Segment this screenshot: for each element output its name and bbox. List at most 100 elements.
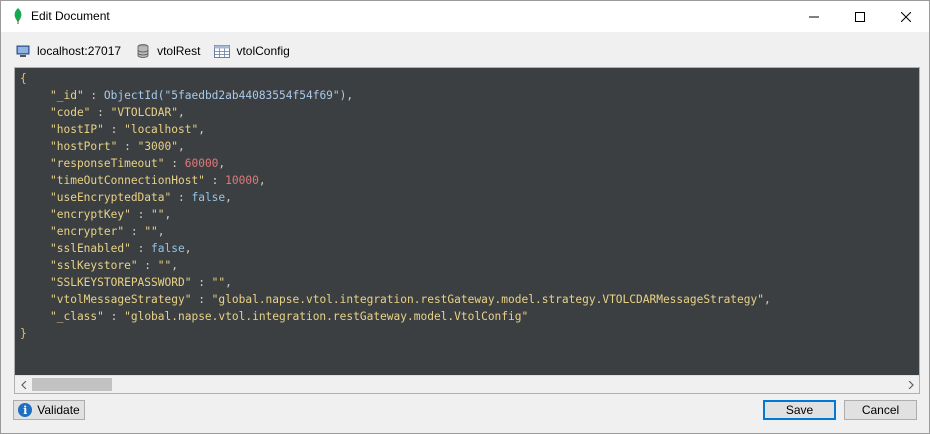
field-separator: : [164, 157, 185, 170]
field-key: "responseTimeout" [50, 157, 165, 170]
document-editor[interactable]: { "_id" : ObjectId("5faedbd2ab44083554f5… [14, 67, 920, 394]
field-value: "" [151, 208, 165, 221]
field-separator: : [191, 293, 212, 306]
horizontal-scrollbar[interactable] [15, 375, 919, 393]
field-separator: : [171, 191, 192, 204]
field-line: "_id" : ObjectId("5faedbd2ab44083554f54f… [15, 87, 919, 104]
field-value: "VTOLCDAR" [110, 106, 178, 119]
field-trailing-comma: , [157, 225, 165, 238]
maximize-button[interactable] [837, 1, 883, 32]
field-trailing-comma: , [346, 89, 354, 102]
field-separator: : [83, 89, 104, 102]
field-trailing-comma: , [171, 259, 179, 272]
maximize-icon [855, 11, 865, 22]
field-separator: : [204, 174, 226, 187]
field-key: "timeOutConnectionHost" [50, 174, 205, 187]
field-separator: : [137, 259, 158, 272]
field-key: "SSLKEYSTOREPASSWORD" [50, 276, 192, 289]
field-line: "responseTimeout" : 60000, [15, 155, 919, 172]
field-key: "useEncryptedData" [50, 191, 172, 204]
field-separator: : [124, 225, 145, 238]
field-trailing-comma: , [218, 157, 226, 170]
chevron-right-icon [908, 380, 914, 389]
field-separator: : [90, 106, 111, 119]
close-brace-line: } [15, 325, 919, 342]
field-value: "global.napse.vtol.integration.restGatew… [124, 310, 529, 323]
field-trailing-comma: , [225, 191, 232, 204]
open-brace-line: { [15, 70, 919, 87]
field-key: "hostPort" [50, 140, 118, 153]
field-trailing-comma: , [225, 276, 232, 289]
field-key: "encrypter" [50, 225, 125, 238]
field-separator: : [130, 208, 152, 221]
field-separator: : [191, 276, 212, 289]
table-icon [214, 43, 231, 59]
field-value: 10000 [225, 174, 259, 187]
field-trailing-comma: , [178, 106, 185, 119]
database-icon [135, 43, 151, 59]
field-line: "useEncryptedData" : false, [15, 189, 919, 206]
close-icon [901, 11, 911, 22]
monitor-icon [15, 43, 31, 59]
breadcrumb-server: localhost:27017 [15, 43, 121, 59]
field-key: "hostIP" [50, 123, 104, 136]
field-value: false [191, 191, 226, 204]
scroll-left-button[interactable] [15, 376, 32, 393]
minimize-icon [809, 16, 819, 17]
field-trailing-comma: , [184, 242, 192, 255]
json-code[interactable]: { "_id" : ObjectId("5faedbd2ab44083554f5… [15, 68, 919, 376]
field-line: "sslEnabled" : false, [15, 240, 919, 257]
open-brace: { [20, 72, 27, 85]
field-separator: : [103, 310, 125, 323]
field-value: "" [144, 225, 158, 238]
field-trailing-comma: , [178, 140, 185, 153]
field-value: "" [157, 259, 172, 272]
server-label: localhost:27017 [37, 44, 122, 58]
scrollbar-thumb[interactable] [32, 378, 112, 391]
field-value: false [151, 242, 185, 255]
scroll-right-button[interactable] [902, 376, 919, 393]
info-icon: i [18, 403, 33, 417]
field-line: "SSLKEYSTOREPASSWORD" : "", [15, 274, 919, 291]
field-value: "" [211, 276, 226, 289]
database-label: vtolRest [157, 44, 201, 58]
title-bar[interactable]: Edit Document [1, 1, 929, 32]
collection-label: vtolConfig [236, 44, 290, 58]
validate-button[interactable]: i Validate [13, 400, 85, 420]
cancel-button[interactable]: Cancel [844, 400, 917, 420]
field-key: "_id" [50, 89, 84, 102]
field-line: "_class" : "global.napse.vtol.integratio… [15, 308, 919, 325]
field-separator: : [103, 123, 125, 136]
field-value: "3000" [137, 140, 178, 153]
chevron-left-icon [20, 380, 26, 389]
close-button[interactable] [883, 1, 929, 32]
cancel-label: Cancel [861, 403, 900, 417]
field-line: "code" : "VTOLCDAR", [15, 104, 919, 121]
field-value: ObjectId("5faedbd2ab44083554f54f69") [103, 89, 347, 102]
minimize-button[interactable] [791, 1, 837, 32]
breadcrumb-database: vtolRest [135, 43, 200, 59]
field-line: "encryptKey" : "", [15, 206, 919, 223]
save-button[interactable]: Save [763, 400, 836, 420]
edit-document-window: Edit Document localhost:27017 vtolRest v… [0, 0, 930, 434]
field-trailing-comma: , [198, 123, 205, 136]
field-value: "localhost" [124, 123, 199, 136]
field-key: "_class" [50, 310, 104, 323]
field-value: "global.napse.vtol.integration.restGatew… [211, 293, 764, 306]
breadcrumb: localhost:27017 vtolRest vtolConfig [15, 41, 304, 61]
field-line: "hostPort" : "3000", [15, 138, 919, 155]
field-key: "sslKeystore" [50, 259, 138, 272]
field-trailing-comma: , [164, 208, 172, 221]
window-title: Edit Document [31, 9, 110, 23]
save-label: Save [785, 403, 814, 417]
field-line: "vtolMessageStrategy" : "global.napse.vt… [15, 291, 919, 308]
validate-label: Validate [37, 403, 80, 417]
field-trailing-comma: , [258, 174, 266, 187]
field-key: "vtolMessageStrategy" [50, 293, 192, 306]
breadcrumb-collection: vtolConfig [214, 43, 290, 59]
field-key: "encryptKey" [50, 208, 131, 221]
leaf-icon [11, 8, 25, 24]
field-line: "encrypter" : "", [15, 223, 919, 240]
field-value: 60000 [184, 157, 219, 170]
field-trailing-comma: , [763, 293, 771, 306]
